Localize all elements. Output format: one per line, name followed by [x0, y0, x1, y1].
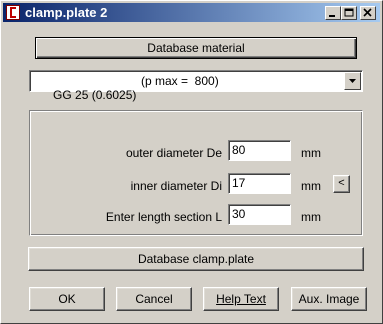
ok-label: OK	[58, 292, 76, 306]
material-pmax: (p max = 800)	[141, 74, 219, 88]
cancel-button[interactable]: Cancel	[116, 287, 192, 311]
inner-diameter-value: 17	[232, 176, 246, 190]
close-button[interactable]	[360, 6, 376, 20]
title-bar[interactable]: clamp.plate 2	[3, 3, 380, 22]
minimize-button[interactable]	[325, 6, 341, 20]
material-select[interactable]: GG 25 (0.6025) (p max = 800)	[29, 70, 363, 102]
database-material-button[interactable]: Database material	[35, 37, 357, 59]
length-section-value: 30	[232, 207, 246, 221]
dropdown-arrow-icon	[349, 79, 356, 83]
dropdown-arrow-button[interactable]	[344, 72, 361, 90]
inner-diameter-small-button[interactable]: <	[333, 175, 350, 193]
outer-diameter-unit: mm	[301, 146, 321, 160]
database-clamp-plate-label: Database clamp.plate	[137, 252, 255, 266]
app-icon[interactable]	[6, 5, 20, 20]
inner-diameter-input[interactable]: 17	[228, 173, 291, 194]
cancel-label: Cancel	[135, 292, 173, 306]
length-section-unit: mm	[301, 210, 321, 224]
dialog-window: clamp.plate 2 Database material GG 25 (0…	[0, 0, 383, 324]
database-material-label: Database material	[147, 41, 245, 55]
ok-button[interactable]: OK	[29, 287, 105, 311]
inner-diameter-label: inner diameter Di	[130, 179, 222, 193]
material-name: GG 25 (0.6025)	[53, 88, 137, 102]
close-icon	[363, 8, 372, 17]
window-title: clamp.plate 2	[25, 5, 108, 20]
aux-image-button[interactable]: Aux. Image	[291, 287, 367, 311]
aux-image-label: Aux. Image	[298, 292, 360, 306]
small-left-label: <	[338, 177, 345, 189]
database-clamp-plate-button[interactable]: Database clamp.plate	[28, 247, 364, 271]
maximize-icon	[344, 8, 354, 17]
maximize-button[interactable]	[341, 6, 357, 20]
dimensions-group: outer diameter De 80 mm inner diameter D…	[29, 110, 363, 236]
outer-diameter-value: 80	[232, 143, 246, 157]
help-text-label: Help Text	[216, 292, 266, 306]
length-section-label: Enter length section L	[105, 210, 222, 224]
minimize-icon	[329, 15, 335, 17]
length-section-input[interactable]: 30	[228, 204, 291, 225]
inner-diameter-unit: mm	[301, 179, 321, 193]
help-text-button[interactable]: Help Text	[203, 287, 279, 311]
outer-diameter-input[interactable]: 80	[228, 140, 291, 161]
outer-diameter-label: outer diameter De	[125, 146, 222, 160]
